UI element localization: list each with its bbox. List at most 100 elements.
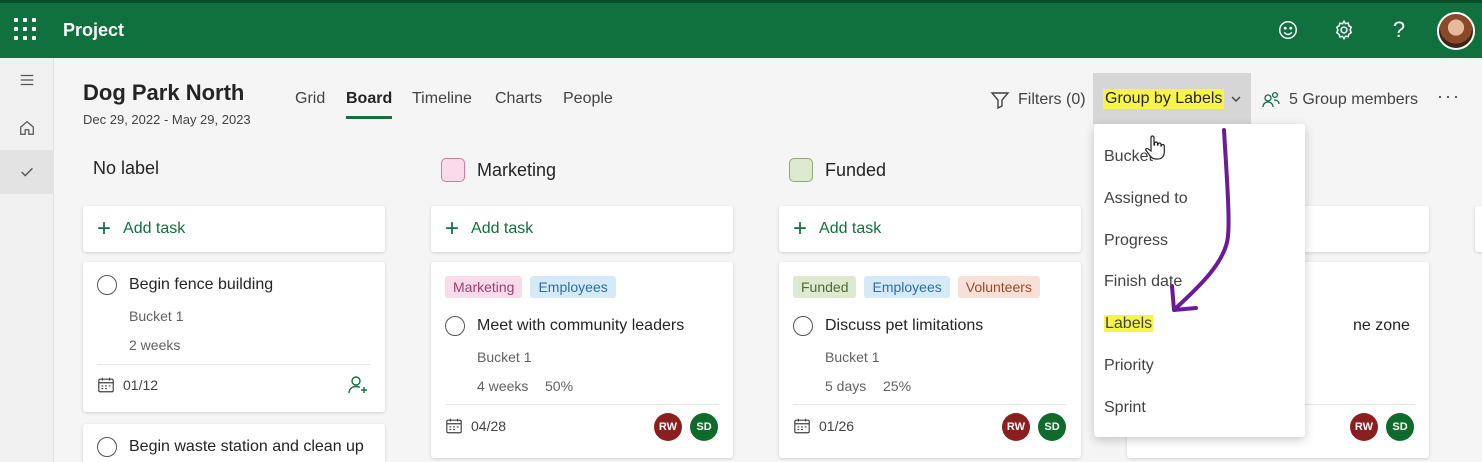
due-date: 04/28 [445,417,506,435]
task-bucket: Bucket 1 [477,349,532,365]
task-labels: Marketing Employees [445,276,616,298]
left-rail [0,58,54,462]
filter-icon [990,92,1010,110]
column-header: No label [93,158,159,179]
column-header: Funded [789,158,886,182]
task-duration: 4 weeks [477,378,529,394]
tab-charts[interactable]: Charts [495,90,542,116]
assignee-avatar[interactable]: SD [1386,413,1414,441]
add-task-label: Add task [819,220,882,237]
menu-item-finish-date[interactable]: Finish date [1104,273,1182,291]
task-title: Begin waste station and clean up [129,438,364,455]
label-swatch-pink [441,158,465,182]
assignee-avatar[interactable]: RW [654,413,682,441]
card-divider [97,364,371,365]
add-task-button[interactable]: + Add task [83,206,385,252]
tab-grid[interactable]: Grid [295,90,325,116]
add-task-button[interactable]: + Add task [431,206,733,252]
tab-board[interactable]: Board [346,90,393,119]
assignee-avatar[interactable]: SD [1038,413,1066,441]
tab-people[interactable]: People [563,90,613,116]
due-date-label: 01/12 [123,377,159,393]
tab-timeline[interactable]: Timeline [412,90,472,116]
help-icon[interactable]: ? [1386,17,1412,43]
calendar-icon [98,377,114,393]
card-divider [445,404,719,405]
complete-task-checkbox[interactable] [97,275,117,295]
task-labels: Funded Employees Volunteers [793,276,1040,298]
group-by-button[interactable]: Group by Labels [1093,73,1251,124]
menu-item-progress[interactable]: Progress [1104,232,1168,250]
task-card[interactable]: Funded Employees Volunteers Discuss pet … [779,262,1081,458]
due-date-label: 04/28 [471,418,507,434]
menu-item-sprint[interactable]: Sprint [1104,399,1146,417]
plus-icon: + [445,215,460,242]
menu-icon[interactable] [0,58,54,102]
due-date: 01/12 [97,376,158,394]
gear-icon[interactable] [1331,17,1357,43]
column-header: Marketing [441,158,556,182]
avatar[interactable] [1437,12,1475,50]
task-duration: 5 days [825,378,867,394]
complete-task-checkbox[interactable] [97,437,117,457]
label-tag: Volunteers [957,276,1040,298]
more-options-icon[interactable]: ··· [1437,86,1461,107]
assignee-avatar[interactable]: RW [1350,413,1378,441]
card-divider [793,404,1067,405]
label-swatch-green [789,158,813,182]
label-tag: Marketing [445,276,523,298]
column-title: No label [93,158,160,178]
task-title: ne zone [1353,317,1410,334]
group-members-label: 5 Group members [1289,91,1418,108]
plus-icon: + [793,215,808,242]
plan-title: Dog Park North [83,80,245,105]
menu-item-bucket[interactable]: Bucket [1104,148,1153,166]
chevron-down-icon [1231,96,1241,102]
filters-button[interactable]: Filters (0) [990,90,1086,110]
label-tag: Employees [864,276,950,298]
group-members-button[interactable]: 5 Group members [1261,90,1418,110]
task-progress: 25% [883,378,912,394]
smiley-icon[interactable] [1275,17,1301,43]
task-card[interactable]: Begin fence building Bucket 1 2 weeks 01… [83,262,385,412]
people-icon [1262,91,1280,108]
task-progress: 50% [545,378,574,394]
task-card[interactable]: Marketing Employees Meet with community … [431,262,733,458]
task-title: Discuss pet limitations [825,317,984,334]
calendar-icon [446,418,462,434]
app-title: Project [63,20,125,40]
column-title: Marketing [477,159,557,180]
menu-item-labels-text: Labels [1104,315,1154,332]
menu-item-labels[interactable]: Labels [1104,315,1154,333]
task-title: Begin fence building [129,276,274,293]
task-bucket: Bucket 1 [825,349,880,365]
assign-person-icon[interactable] [347,374,369,396]
label-tag: Employees [530,276,616,298]
due-date-label: 01/26 [819,418,855,434]
group-by-menu: Bucket Assigned to Progress Finish date … [1094,124,1305,437]
menu-item-assigned-to[interactable]: Assigned to [1104,190,1188,208]
home-icon[interactable] [0,106,54,150]
menu-item-priority[interactable]: Priority [1104,357,1154,375]
add-task-button[interactable]: + Add task [779,206,1081,252]
assignee-avatar[interactable]: RW [1002,413,1030,441]
column-title: Funded [825,159,887,180]
complete-task-checkbox[interactable] [445,316,465,336]
group-by-label: Group by Labels [1103,88,1225,109]
complete-task-checkbox[interactable] [793,316,813,336]
task-card[interactable]: Begin waste station and clean up [83,424,385,462]
task-title: Meet with community leaders [477,317,685,334]
filters-label: Filters (0) [1018,91,1086,108]
calendar-icon [794,418,810,434]
app-launcher-icon[interactable] [14,18,36,40]
plan-dates: Dec 29, 2022 - May 29, 2023 [83,112,251,127]
plus-icon: + [97,215,112,242]
checkmark-icon[interactable] [0,150,54,194]
add-task-button[interactable] [1475,206,1482,252]
app-header: Project ? [0,0,1482,58]
task-duration: 2 weeks [129,337,181,353]
add-task-label: Add task [123,220,186,237]
label-tag: Funded [793,276,857,298]
add-task-label: Add task [471,220,534,237]
assignee-avatar[interactable]: SD [690,413,718,441]
